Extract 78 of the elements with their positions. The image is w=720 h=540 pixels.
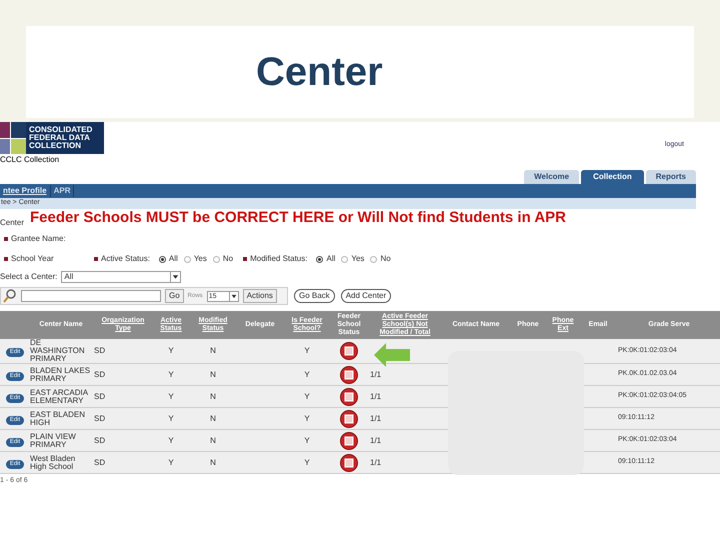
table-cell: N <box>188 386 238 408</box>
filter-label: Modified Status: <box>250 253 308 265</box>
stop-icon[interactable] <box>340 342 358 360</box>
add-center-button[interactable]: Add Center <box>340 289 392 303</box>
table-cell: Y <box>282 430 332 452</box>
radio-label: Yes <box>194 253 207 265</box>
table-cell: Y <box>282 386 332 408</box>
radio-button[interactable] <box>158 256 166 262</box>
table-cell: Y <box>282 408 332 430</box>
table-cell: PLAIN VIEW PRIMARY <box>30 430 92 452</box>
table-cell: SD <box>92 364 154 386</box>
stop-icon[interactable] <box>340 410 358 428</box>
search-field[interactable] <box>21 290 161 302</box>
table-cell: DE WASHINGTON PRIMARY <box>30 339 92 364</box>
table-cell-text: 1/1 <box>369 370 382 378</box>
table-cell: N <box>188 339 238 364</box>
center-dropdown[interactable]: All <box>61 271 182 283</box>
radio-label: No <box>380 253 391 265</box>
table-cell-text: 1/1 <box>369 458 382 466</box>
radio-button[interactable] <box>212 256 220 262</box>
stop-icon[interactable] <box>340 366 358 384</box>
radio-button[interactable] <box>184 256 191 262</box>
nav-tab[interactable]: Collection <box>581 170 644 184</box>
radio-label: All <box>326 253 336 265</box>
table-cell: EAST BLADEN HIGH <box>30 408 92 430</box>
table-cell-text: 1/1 <box>369 414 382 422</box>
radio-button[interactable] <box>370 256 378 262</box>
nav-link[interactable]: ntee Profile <box>0 185 51 197</box>
table-cell: Y <box>154 430 188 452</box>
logo-text: CONSOLIDATED FEDERAL DATA COLLECTION <box>26 122 104 154</box>
caret-icon <box>228 292 238 300</box>
table-cell: EAST ARCADIA ELEMENTARY <box>30 386 92 408</box>
search-icon[interactable] <box>3 289 17 303</box>
table-cell: N <box>188 408 238 430</box>
radio-button[interactable] <box>316 256 324 262</box>
radio-label: All <box>168 253 178 265</box>
table-cell: SD <box>92 452 154 474</box>
radio-label: No <box>222 253 234 265</box>
table-cell: Y <box>154 408 188 430</box>
table-cell: SD <box>92 386 154 408</box>
table-cell: N <box>188 364 238 386</box>
table-cell: Y <box>154 364 188 386</box>
caret-icon <box>170 272 180 282</box>
table-cell: SD <box>92 339 154 364</box>
slide-title: Center <box>256 49 383 96</box>
stop-icon[interactable] <box>340 432 358 450</box>
table-cell: SD <box>92 430 154 452</box>
table-cell: BLADEN LAKES PRIMARY <box>30 364 92 386</box>
table-cell: N <box>188 430 238 452</box>
table-cell: Y <box>154 386 188 408</box>
table-cell: SD <box>92 408 154 430</box>
table-cell: N <box>188 452 238 474</box>
table-cell: Y <box>154 452 188 474</box>
nav-link[interactable]: APR <box>50 185 74 197</box>
actions-button[interactable]: Actions <box>242 289 277 303</box>
logo-icon <box>0 122 26 154</box>
table-cell: Y <box>282 339 332 364</box>
warning-text: Feeder Schools MUST be CORRECT HERE or Will Not find Students in APR <box>30 208 566 228</box>
table-cell-text: 1/1 <box>369 436 382 444</box>
go-button[interactable]: Go <box>165 289 184 303</box>
radio-button[interactable] <box>341 256 348 262</box>
page-label: Center <box>0 217 24 229</box>
filter-label: School Year <box>11 253 55 265</box>
filter-label: Grantee Name: <box>11 233 66 245</box>
table-cell: West Bladen High School <box>30 452 92 474</box>
table-cell: Y <box>154 339 188 364</box>
filter-label: Select a Center: <box>0 271 58 283</box>
radio-label: Yes <box>351 253 364 265</box>
nav-tab[interactable]: Reports <box>646 170 696 184</box>
collection-name: CCLC Collection <box>0 154 60 166</box>
nav-tab[interactable]: Welcome <box>524 170 580 184</box>
table-cell: Y <box>282 452 332 474</box>
table-cell: Y <box>282 364 332 386</box>
filter-label: Active Status: <box>101 253 150 265</box>
stop-icon[interactable] <box>340 454 358 472</box>
table-cell-text: 1/1 <box>369 392 382 400</box>
stop-icon[interactable] <box>340 388 358 406</box>
go-back-button[interactable]: Go Back <box>294 289 335 303</box>
